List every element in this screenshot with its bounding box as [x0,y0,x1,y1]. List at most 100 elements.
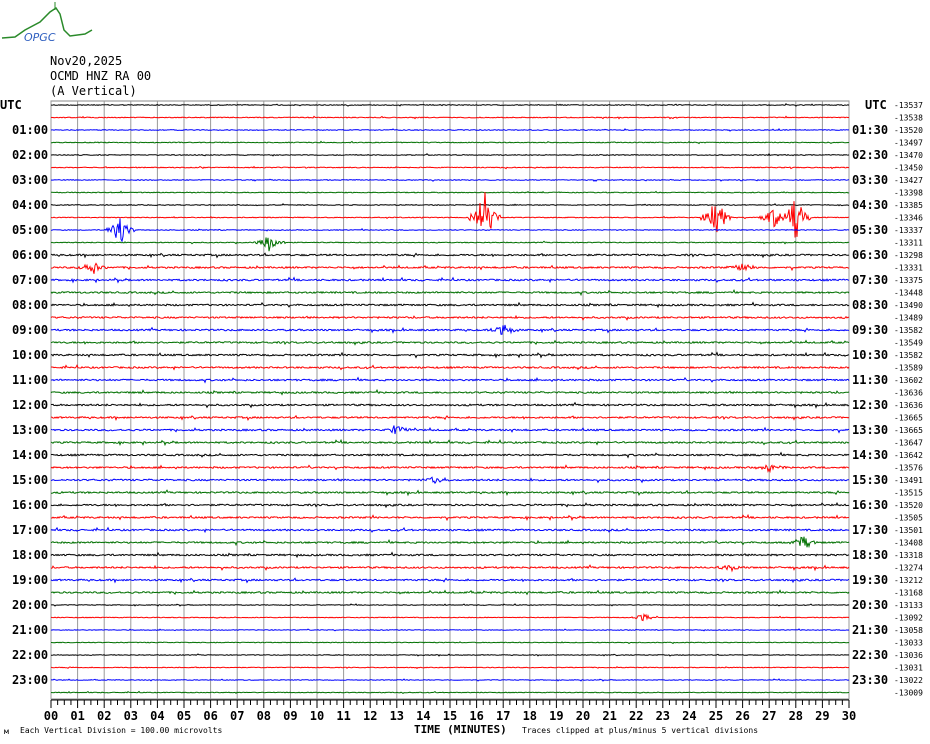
left-hour-label: 13:00 [12,423,48,437]
trace-offset-value: -13427 [894,176,923,185]
trace-offset-value: -13497 [894,139,923,148]
trace-offset-value: -13537 [894,101,923,110]
left-hour-label: 12:00 [12,398,48,412]
right-hour-label: 14:30 [852,448,888,462]
right-hour-label: 23:30 [852,673,888,687]
left-hour-label: 11:00 [12,373,48,387]
x-axis-title: TIME (MINUTES) [414,723,507,736]
right-hour-label: 19:30 [852,573,888,587]
x-tick-label: 20 [576,709,590,723]
trace-offset-value: -13490 [894,301,923,310]
right-hour-label: 07:30 [852,273,888,287]
trace-offset-value: -13033 [894,639,923,648]
trace-offset-value: -13647 [894,439,923,448]
left-hour-label: 23:00 [12,673,48,687]
right-hour-label: 08:30 [852,298,888,312]
trace-offset-value: -13582 [894,326,923,335]
trace-offset-value: -13665 [894,426,923,435]
right-hour-label: 03:30 [852,173,888,187]
right-hour-label: 04:30 [852,198,888,212]
left-hour-label: 14:00 [12,448,48,462]
left-hour-label: 01:00 [12,123,48,137]
right-hour-label: 17:30 [852,523,888,537]
right-hour-label: 10:30 [852,348,888,362]
logo: OPGC [1,2,93,44]
date-label: Nov20,2025 [50,54,122,68]
trace-offset-value: -13298 [894,251,923,260]
trace-offset-value: -13331 [894,264,923,273]
x-tick-label: 18 [523,709,537,723]
trace-offset-value: -13212 [894,576,923,585]
x-tick-label: 25 [709,709,723,723]
x-tick-label: 14 [416,709,430,723]
grid [50,100,850,700]
trace-offset-value: -13274 [894,564,923,573]
trace-offset-value: -13375 [894,276,923,285]
left-hour-label: 16:00 [12,498,48,512]
x-tick-label: 22 [629,709,643,723]
trace-offset-value: -13450 [894,164,923,173]
right-hour-label: 11:30 [852,373,888,387]
x-tick-label: 06 [203,709,217,723]
clip-note: Traces clipped at plus/minus 5 vertical … [522,726,758,735]
trace-offset-value: -13505 [894,514,923,523]
x-tick-label: 27 [762,709,776,723]
left-hour-label: 05:00 [12,223,48,237]
trace-offset-value: -13576 [894,464,923,473]
right-hour-label: 22:30 [852,648,888,662]
x-tick-label: 08 [257,709,271,723]
trace-offset-value: -13337 [894,226,923,235]
right-hour-label: 09:30 [852,323,888,337]
trace-offset-value: -13058 [894,626,923,635]
left-hour-label: 18:00 [12,548,48,562]
x-tick-label: 12 [363,709,377,723]
x-tick-label: 04 [150,709,164,723]
x-tick-label: 17 [496,709,510,723]
trace-offset-value: -13589 [894,364,923,373]
x-tick-label: 24 [682,709,696,723]
x-tick-label: 16 [469,709,483,723]
left-hour-label: 17:00 [12,523,48,537]
left-hour-label: 10:00 [12,348,48,362]
trace-offset-value: -13642 [894,451,923,460]
left-hour-label: 02:00 [12,148,48,162]
trace-offset-value: -13311 [894,239,923,248]
right-hour-label: 13:30 [852,423,888,437]
right-hour-label: 06:30 [852,248,888,262]
left-hour-label: 21:00 [12,623,48,637]
right-hour-label: 05:30 [852,223,888,237]
trace-offset-value: -13168 [894,589,923,598]
trace-offset-value: -13636 [894,389,923,398]
scale-note: Each Vertical Division = 100.00 microvol… [20,726,222,735]
trace-offset-value: -13009 [894,689,923,698]
trace-offset-value: -13491 [894,476,923,485]
component-label: (A Vertical) [50,84,137,98]
trace-offset-value: -13665 [894,414,923,423]
x-tick-label: 03 [124,709,138,723]
left-hour-label: 06:00 [12,248,48,262]
trace-offset-value: -13549 [894,339,923,348]
left-hour-label: 20:00 [12,598,48,612]
trace-offset-value: -13408 [894,539,923,548]
right-hour-label: 21:30 [852,623,888,637]
x-tick-label: 23 [656,709,670,723]
trace-offset-value: -13520 [894,501,923,510]
trace-offset-value: -13489 [894,314,923,323]
left-hour-label: 15:00 [12,473,48,487]
trace-offset-value: -13022 [894,676,923,685]
trace-offset-value: -13470 [894,151,923,160]
trace-offset-value: -13582 [894,351,923,360]
trace-offset-value: -13133 [894,601,923,610]
station-label: OCMD HNZ RA 00 [50,69,151,83]
left-hour-label: 04:00 [12,198,48,212]
helicorder-plot: OPGC Nov20,2025 OCMD HNZ RA 00 (A Vertic… [0,2,923,736]
x-tick-label: 00 [44,709,58,723]
right-hour-label: 01:30 [852,123,888,137]
left-hour-label: 19:00 [12,573,48,587]
left-hour-label: UTC [0,98,22,112]
left-hour-label: 22:00 [12,648,48,662]
left-hour-label: 03:00 [12,173,48,187]
x-tick-label: 02 [97,709,111,723]
logo-text: OPGC [24,31,56,44]
x-tick-label: 10 [310,709,324,723]
